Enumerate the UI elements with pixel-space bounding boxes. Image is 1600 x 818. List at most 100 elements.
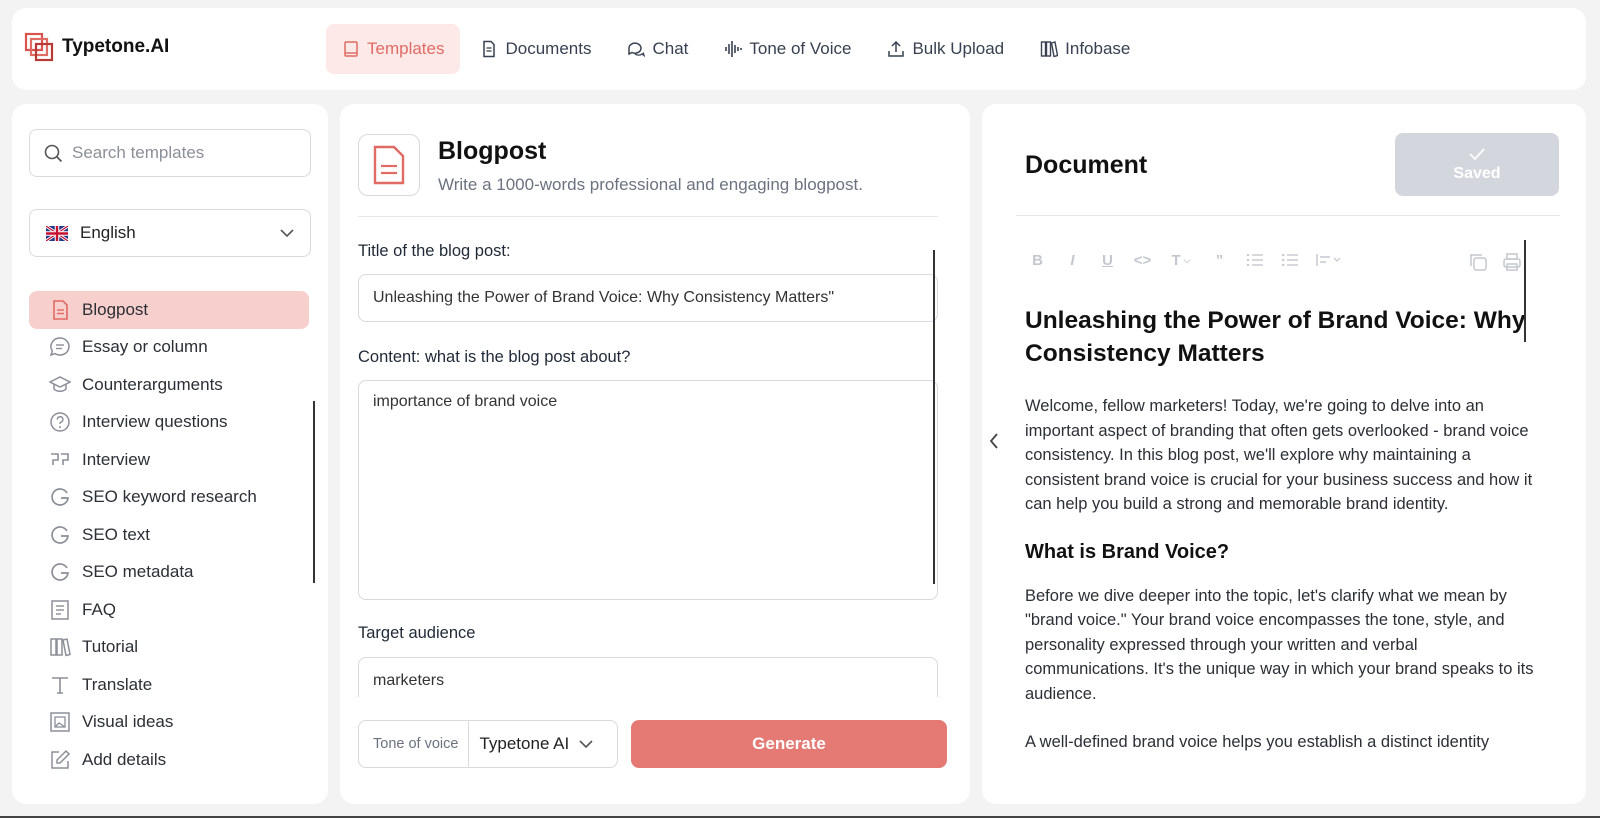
quote-icon [51,452,69,465]
align-icon[interactable] [1307,248,1349,272]
template-item-tutorial[interactable]: Tutorial [29,629,309,667]
soundwave-icon [725,41,743,57]
underline-icon[interactable]: U [1090,248,1125,272]
uk-flag-icon [46,225,68,241]
template-header-icon-box [358,134,420,196]
search-input[interactable] [72,143,292,163]
nav-chat[interactable]: Chat [611,24,704,74]
check-icon [1469,147,1485,160]
main-nav: Templates Documents Chat Tone of Voice B… [326,24,1146,74]
saved-button[interactable]: Saved [1395,133,1559,196]
document-scrollbar[interactable] [1524,240,1526,342]
nav-tone-of-voice[interactable]: Tone of Voice [708,24,867,74]
title-input[interactable]: Unleashing the Power of Brand Voice: Why… [358,274,938,322]
google-icon [51,525,69,544]
app-name: Typetone.AI [62,36,170,57]
template-item-seo-keyword-research[interactable]: SEO keyword research [29,479,309,517]
bullet-list-icon[interactable] [1272,248,1307,272]
template-item-seo-text[interactable]: SEO text [29,516,309,554]
template-item-interview-questions[interactable]: Interview questions [29,404,309,442]
audience-input[interactable]: marketers [358,657,938,697]
ordered-list-icon[interactable] [1237,248,1272,272]
document-content[interactable]: Unleashing the Power of Brand Voice: Why… [1025,304,1545,779]
language-value: English [80,223,136,242]
chat-icon [628,42,646,58]
template-item-blogpost[interactable]: Blogpost [29,291,309,329]
google-icon [51,563,69,582]
edit-icon [51,749,71,769]
template-title: Blogpost [438,137,547,165]
editor-toolbar: B I U <> T ⌵ ” [1020,248,1349,272]
divider [358,216,938,217]
print-icon[interactable] [1502,252,1522,277]
image-icon [50,712,70,732]
template-label: Visual ideas [82,712,174,732]
search-icon [44,144,63,162]
document-h1: Unleashing the Power of Brand Voice: Why… [1025,307,1526,367]
template-item-faq[interactable]: FAQ [29,591,309,629]
chevron-left-icon [989,433,998,449]
template-item-counterarguments[interactable]: Counterarguments [29,366,309,404]
template-item-visual-ideas[interactable]: Visual ideas [29,704,309,742]
template-label: Interview [82,449,151,469]
nav-label: Templates [367,39,445,58]
document-paragraph: A well-defined brand voice helps you est… [1025,733,1490,751]
template-label: FAQ [82,599,117,619]
nav-documents[interactable]: Documents [464,24,607,74]
template-label: Blogpost [82,299,149,319]
tone-of-voice-select[interactable]: Tone of voice Typetone AI [358,720,618,768]
document-h2: What is Brand Voice? [1025,540,1230,563]
tone-value-wrap: Typetone AI [469,734,593,754]
template-list: Blogpost Essay or column Counterargument… [29,291,309,779]
template-item-seo-metadata[interactable]: SEO metadata [29,554,309,592]
template-item-essay[interactable]: Essay or column [29,329,309,367]
divider [1016,215,1560,216]
nav-infobase[interactable]: Infobase [1024,24,1146,74]
library-icon [50,638,71,657]
document-icon [373,145,405,185]
template-label: Tutorial [82,637,139,657]
language-select[interactable]: English [29,209,311,257]
document-heading: Document [1025,151,1148,179]
code-icon[interactable]: <> [1125,248,1160,272]
document-viewport: Document Saved B I U <> T ⌵ ” Unleashing… [982,104,1586,794]
upload-icon [888,40,905,57]
saved-label: Saved [1453,164,1501,182]
top-bar: Typetone.AI Templates Documents Chat Ton… [12,8,1586,90]
blockquote-icon[interactable]: ” [1202,248,1237,272]
template-form-panel: Blogpost Write a 1000-words professional… [340,104,970,804]
tone-value: Typetone AI [479,734,570,753]
template-label: SEO text [82,524,151,544]
template-item-add-details[interactable]: Add details [29,741,309,779]
audience-label: Target audience [358,624,476,642]
nav-templates[interactable]: Templates [326,24,461,74]
brand[interactable]: Typetone.AI [24,32,169,62]
text-style-icon[interactable]: T ⌵ [1160,248,1202,272]
template-item-translate[interactable]: Translate [29,666,309,704]
content-label: Content: what is the blog post about? [358,348,631,366]
nav-bulk-upload[interactable]: Bulk Upload [871,24,1020,74]
sidebar-scrollbar[interactable] [313,401,315,583]
question-circle-icon [50,412,70,432]
copy-icon[interactable] [1468,252,1488,277]
graduation-cap-icon [49,375,71,392]
collapse-panel-button[interactable] [988,432,1000,455]
tone-label: Tone of voice [359,721,470,767]
google-icon [51,488,69,507]
list-document-icon [51,600,69,620]
nav-label: Bulk Upload [912,39,1005,58]
bold-icon[interactable]: B [1020,248,1055,272]
nav-label: Documents [505,39,592,58]
template-label: Essay or column [82,337,208,357]
template-item-interview[interactable]: Interview [29,441,309,479]
generate-button[interactable]: Generate [631,720,947,768]
speech-bubble-icon [49,337,70,357]
form-scrollbar[interactable] [933,250,935,584]
document-icon [483,40,496,58]
nav-label: Infobase [1065,39,1131,58]
italic-icon[interactable]: I [1055,248,1090,272]
content-textarea[interactable]: importance of brand voice [358,380,938,600]
search-box[interactable] [29,129,311,177]
typetone-logo-icon [24,32,54,62]
document-panel: Document Saved B I U <> T ⌵ ” Unleashing… [982,104,1586,804]
